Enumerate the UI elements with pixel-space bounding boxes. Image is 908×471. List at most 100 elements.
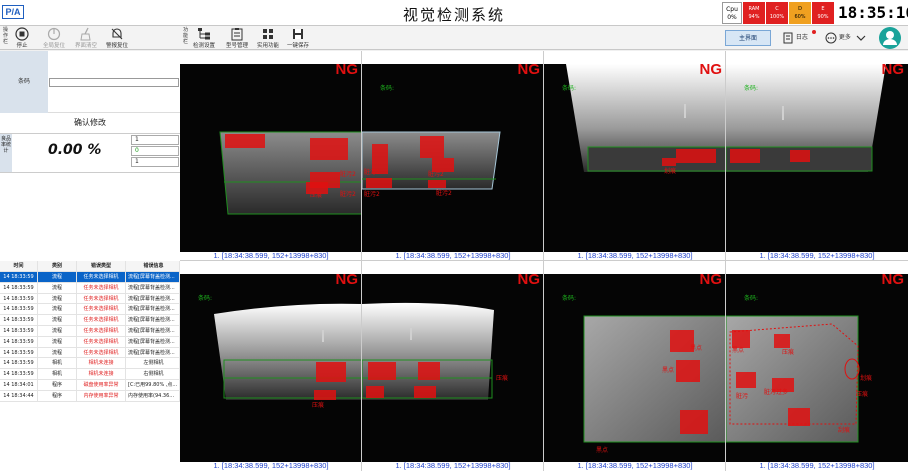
table-row[interactable]: 14 18:33:59 流程 任务未选择相机 流程[屏幕背盖检测...: [0, 336, 180, 348]
camera-view-8[interactable]: NG 1. [18:34:38.599, 152+13998+830] 条码: …: [726, 261, 908, 471]
total-count: 1: [131, 135, 179, 145]
tab-main[interactable]: 主界面: [725, 30, 771, 46]
clock: 18:35:16: [838, 3, 908, 22]
detect-settings-button[interactable]: 检测设置: [191, 27, 217, 49]
table-row[interactable]: 14 18:34:01 程序 磁盘使用率异常 [C:已用99.80% ,点...: [0, 379, 180, 391]
defect-label: 划痕: [664, 168, 677, 175]
power-icon: [47, 27, 61, 41]
table-row[interactable]: 14 18:33:59 相机 相机未连接 左侧相机: [0, 358, 180, 370]
save-icon: [293, 29, 303, 39]
barcode-label: 条码: [0, 51, 48, 113]
table-row[interactable]: 14 18:33:59 流程 任务未选择相机 流程[屏幕背盖检测...: [0, 272, 180, 283]
camera-caption: 1. [18:34:38.599, 152+13998+830]: [759, 251, 875, 260]
defect-label: 压痕: [496, 375, 509, 382]
inspection-overlay: [362, 302, 494, 400]
camera-image: [362, 64, 544, 252]
camera-grid: NG 1. [18:34:38.599, 152+13998+830] 脏污2 …: [180, 51, 908, 471]
stop-icon: [15, 27, 29, 41]
clipboard-icon: [231, 28, 243, 41]
disk-c-status: C 100%: [766, 2, 788, 24]
camera-caption: 1. [18:34:38.599, 152+13998+830]: [395, 251, 511, 260]
defect-label: 压痕: [310, 192, 323, 199]
result-ng-badge: NG: [881, 271, 905, 288]
camera-view-7[interactable]: NG 1. [18:34:38.599, 152+13998+830] 条码: …: [544, 261, 726, 471]
log-table: 时间 类别 错误类型 错误信息 14 18:33:59 流程 任务未选择相机 流程[屏…: [0, 261, 180, 402]
utilities-button[interactable]: 实用功能: [255, 27, 281, 49]
log-button[interactable]: 日志: [783, 31, 808, 45]
disk-d-status: D 60%: [789, 2, 811, 24]
camera-caption: 1. [18:34:38.599, 152+13998+830]: [759, 461, 875, 470]
camera-view-4[interactable]: NG 1. [18:34:38.599, 152+13998+830] 条码:: [726, 51, 908, 261]
grid-divider: [180, 260, 908, 261]
inspection-overlay: [726, 64, 886, 172]
yield-rate-area: 良品率统计 0.00 % 1 0 1: [0, 133, 180, 173]
defect-label: 黑点: [662, 367, 675, 374]
inspection-overlay: [726, 315, 860, 443]
camera-view-1[interactable]: NG 1. [18:34:38.599, 152+13998+830] 脏污2 …: [180, 51, 362, 261]
ram-status: RAM 94%: [743, 2, 765, 24]
result-ng-badge: NG: [335, 271, 359, 288]
table-row[interactable]: 14 18:33:59 流程 任务未选择相机 流程[屏幕背盖检测...: [0, 325, 180, 337]
avatar[interactable]: [879, 27, 901, 49]
barcode-text: 条码:: [562, 295, 577, 302]
table-row[interactable]: 14 18:33:59 相机 相机未连接 右侧相机: [0, 369, 180, 380]
camera-view-6[interactable]: NG 1. [18:34:38.599, 152+13998+830] 压痕: [362, 261, 544, 471]
camera-image: [726, 274, 908, 462]
alarm-reset-button[interactable]: 警报复位: [103, 27, 131, 49]
defect-label: 黑点: [596, 447, 609, 454]
save-all-button[interactable]: 一键保存: [285, 27, 311, 49]
inspection-overlay: [583, 315, 726, 443]
camera-view-2[interactable]: NG 1. [18:34:38.599, 152+13998+830] 脏污2 …: [362, 51, 544, 261]
camera-view-5[interactable]: NG 1. [18:34:38.599, 152+13998+830] 条码: …: [180, 261, 362, 471]
inspection-overlay: [214, 303, 362, 400]
broom-icon: [80, 27, 91, 41]
more-button[interactable]: 更多: [825, 31, 851, 45]
chevron-down-icon[interactable]: [856, 31, 866, 45]
table-row[interactable]: 14 18:33:59 流程 任务未选择相机 流程[屏幕背盖检测...: [0, 293, 180, 305]
title-bar: P/A 视觉检测系统 Cpu 0% RAM 94% C 100% D 60% E 90% …: [0, 0, 908, 26]
hierarchy-icon: [198, 28, 210, 40]
operation-group-label: 操作栏: [2, 27, 8, 45]
camera-caption: 1. [18:34:38.599, 152+13998+830]: [213, 461, 329, 470]
inspection-overlay: [362, 131, 501, 190]
stop-button[interactable]: 停止: [12, 27, 32, 49]
document-icon: [783, 32, 793, 43]
defect-label: 脏污2: [340, 171, 356, 178]
table-row[interactable]: 14 18:33:59 流程 任务未选择相机 流程[屏幕背盖检测...: [0, 315, 180, 326]
grid-icon: [263, 29, 273, 39]
camera-view-3[interactable]: NG 1. [18:34:38.599, 152+13998+830] 条码: …: [544, 51, 726, 261]
clear-screen-button[interactable]: 界面清空: [72, 27, 100, 49]
resource-status: Cpu 0% RAM 94% C 100% D 60% E 90%: [722, 2, 835, 24]
defect-label: 压痕: [312, 402, 325, 409]
barcode-text: 条码:: [744, 295, 759, 302]
camera-caption: 1. [18:34:38.599, 152+13998+830]: [395, 461, 511, 470]
barcode-input[interactable]: [49, 78, 179, 87]
barcode-text: 条码:: [744, 85, 759, 92]
camera-image: [544, 274, 726, 462]
global-reset-button[interactable]: 全局复位: [40, 27, 68, 49]
camera-caption: 1. [18:34:38.599, 152+13998+830]: [577, 251, 693, 260]
table-row[interactable]: 14 18:33:59 流程 任务未选择相机 流程[屏幕背盖检测...: [0, 347, 180, 359]
defect-label: 划痕: [860, 375, 873, 382]
camera-image: [726, 64, 908, 252]
user-icon: [883, 31, 897, 45]
log-alert-dot: [812, 30, 816, 34]
table-row[interactable]: 14 18:33:59 流程 任务未选择相机 流程[屏幕背盖检测...: [0, 304, 180, 316]
camera-image: [362, 274, 544, 462]
defect-label: 脏污过多: [764, 389, 789, 396]
yield-rate-label: 良品率统计: [0, 134, 12, 172]
result-ng-badge: NG: [881, 61, 905, 78]
function-group-label: 功能栏: [182, 27, 188, 45]
model-manage-button[interactable]: 型号管理: [223, 27, 251, 49]
confirm-edit-button[interactable]: 确认修改: [0, 114, 180, 132]
camera-caption: 1. [18:34:38.599, 152+13998+830]: [577, 461, 693, 470]
defect-label: 刮痕: [838, 427, 851, 434]
table-row[interactable]: 14 18:34:44 程序 内存使用率异常 内存使用率(94.36...: [0, 390, 180, 402]
result-ng-badge: NG: [517, 271, 541, 288]
log-header: 时间 类别 错误类型 错误信息: [0, 261, 180, 272]
defect-label: 脏污2: [364, 191, 380, 198]
table-row[interactable]: 14 18:33:59 流程 任务未选择相机 流程[屏幕背盖检测...: [0, 282, 180, 294]
cpu-status: Cpu 0%: [722, 2, 742, 24]
bell-off-icon: [111, 28, 123, 40]
toolbar: 操作栏 停止 全局复位 界面清空 警报复位 功能栏 检测设置 型号管理 实用功能…: [0, 26, 908, 50]
